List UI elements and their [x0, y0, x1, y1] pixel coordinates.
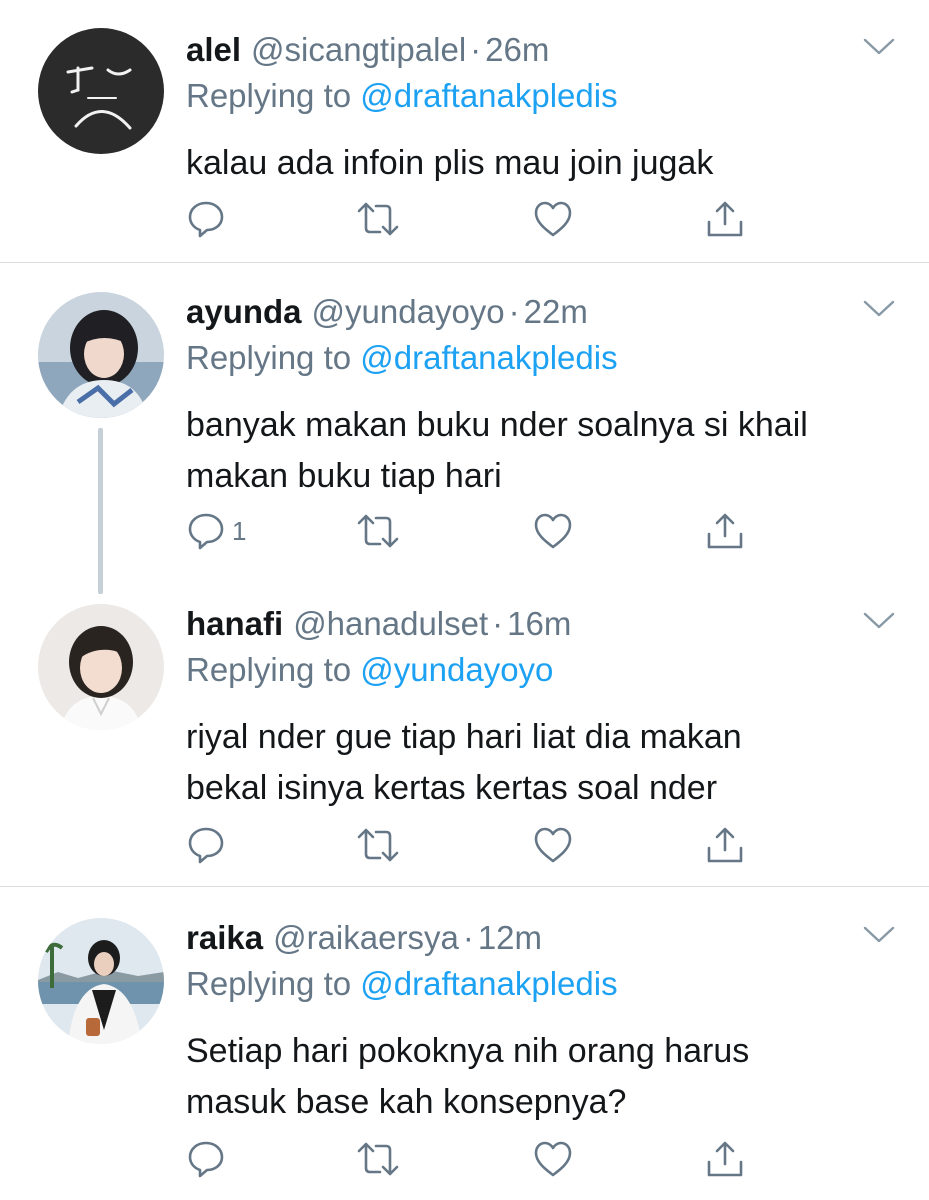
display-name[interactable]: ayunda [186, 293, 302, 330]
reply-icon [188, 201, 224, 238]
user-handle[interactable]: @hanadulset [293, 605, 488, 642]
like-icon [534, 827, 572, 863]
action-bar [186, 822, 766, 868]
share-icon [707, 513, 743, 549]
avatar-image [38, 292, 164, 418]
retweet-icon [357, 828, 399, 862]
share-button[interactable] [704, 508, 746, 554]
share-button[interactable] [704, 196, 746, 242]
retweet-icon [357, 514, 399, 548]
reply-icon [188, 827, 224, 864]
share-icon [707, 827, 743, 863]
share-button[interactable] [704, 822, 746, 868]
chevron-down-icon[interactable] [862, 298, 896, 320]
divider [0, 886, 929, 887]
replying-to: Replying to @yundayoyo [186, 650, 553, 690]
tweet-text-line: Setiap hari pokoknya nih orang harus [186, 1032, 750, 1070]
replying-label: Replying to [186, 339, 352, 376]
action-bar [186, 196, 766, 242]
chevron-down-icon[interactable] [862, 924, 896, 946]
like-icon [534, 513, 572, 549]
reply-icon [188, 1141, 224, 1178]
display-name[interactable]: raika [186, 919, 263, 956]
avatar-image [38, 28, 164, 154]
tweet-text-line: banyak makan buku nder soalnya si khail [186, 406, 808, 444]
retweet-button[interactable] [356, 822, 400, 868]
replying-to: Replying to @draftanakpledis [186, 76, 618, 116]
reply-button[interactable]: 1 [186, 508, 246, 554]
tweet-header: alel @sicangtipalel · 26m [186, 30, 549, 70]
tweet-text-line: kalau ada infoin plis mau join jugak [186, 144, 714, 182]
tweet-header: hanafi @hanadulset · 16m [186, 604, 571, 644]
reply-button[interactable] [186, 822, 232, 868]
retweet-button[interactable] [356, 508, 400, 554]
tweet-ayunda[interactable]: ayunda @yundayoyo · 22m Replying to @drafta… [0, 292, 929, 592]
tweet-text: banyak makan buku nder soalnya si khail … [186, 400, 886, 502]
tweet-text-line: bekal isinya kertas kertas soal nder [186, 769, 718, 807]
tweet-alel[interactable]: alel @sicangtipalel · 26m Replying to @draf… [0, 28, 929, 260]
timestamp[interactable]: 16m [507, 605, 571, 642]
tweet-text: kalau ada infoin plis mau join jugak [186, 138, 886, 189]
display-name[interactable]: hanafi [186, 605, 283, 642]
tweet-header: raika @raikaersya · 12m [186, 918, 542, 958]
display-name[interactable]: alel [186, 31, 241, 68]
reply-icon [188, 513, 224, 550]
avatar[interactable] [38, 918, 164, 1044]
replying-label: Replying to [186, 77, 352, 114]
avatar[interactable] [38, 604, 164, 730]
separator-dot: · [492, 605, 504, 642]
tweet-text-line: makan buku tiap hari [186, 457, 502, 495]
mention-link[interactable]: @draftanakpledis [360, 965, 617, 1002]
divider [0, 262, 929, 263]
chevron-down-icon[interactable] [862, 36, 896, 58]
share-icon [707, 201, 743, 237]
chevron-down-icon[interactable] [862, 610, 896, 632]
avatar[interactable] [38, 292, 164, 418]
retweet-icon [357, 202, 399, 236]
timestamp[interactable]: 12m [478, 919, 542, 956]
tweet-text-line: riyal nder gue tiap hari liat dia makan [186, 718, 742, 756]
replying-label: Replying to [186, 651, 352, 688]
retweet-icon [357, 1142, 399, 1176]
tweet-text: riyal nder gue tiap hari liat dia makan … [186, 712, 886, 814]
avatar-image [38, 604, 164, 730]
tweet-hanafi[interactable]: hanafi @hanadulset · 16m Replying to @yunda… [0, 604, 929, 884]
tweet-text: Setiap hari pokoknya nih orang harus mas… [186, 1026, 886, 1128]
user-handle[interactable]: @sicangtipalel [251, 31, 466, 68]
share-icon [707, 1141, 743, 1177]
tweet-header: ayunda @yundayoyo · 22m [186, 292, 588, 332]
reply-button[interactable] [186, 1136, 232, 1182]
tweet-raika[interactable]: raika @raikaersya · 12m Replying to @drafta… [0, 918, 929, 1200]
user-handle[interactable]: @raikaersya [273, 919, 459, 956]
avatar[interactable] [38, 28, 164, 154]
like-button[interactable] [532, 822, 574, 868]
retweet-button[interactable] [356, 196, 400, 242]
separator-dot: · [462, 919, 474, 956]
timestamp[interactable]: 22m [524, 293, 588, 330]
replying-label: Replying to [186, 965, 352, 1002]
reply-count: 1 [232, 515, 247, 546]
user-handle[interactable]: @yundayoyo [312, 293, 505, 330]
action-bar: 1 [186, 508, 766, 554]
replying-to: Replying to @draftanakpledis [186, 964, 618, 1004]
avatar-image [38, 918, 164, 1044]
mention-link[interactable]: @draftanakpledis [360, 77, 617, 114]
like-button[interactable] [532, 508, 574, 554]
reply-button[interactable] [186, 196, 232, 242]
like-button[interactable] [532, 196, 574, 242]
replying-to: Replying to @draftanakpledis [186, 338, 618, 378]
action-bar [186, 1136, 766, 1182]
retweet-button[interactable] [356, 1136, 400, 1182]
like-icon [534, 1141, 572, 1177]
mention-link[interactable]: @draftanakpledis [360, 339, 617, 376]
like-button[interactable] [532, 1136, 574, 1182]
timestamp[interactable]: 26m [485, 31, 549, 68]
mention-link[interactable]: @yundayoyo [360, 651, 553, 688]
tweet-text-line: masuk base kah konsepnya? [186, 1083, 627, 1121]
separator-dot: · [508, 293, 520, 330]
share-button[interactable] [704, 1136, 746, 1182]
like-icon [534, 201, 572, 237]
separator-dot: · [470, 31, 482, 68]
